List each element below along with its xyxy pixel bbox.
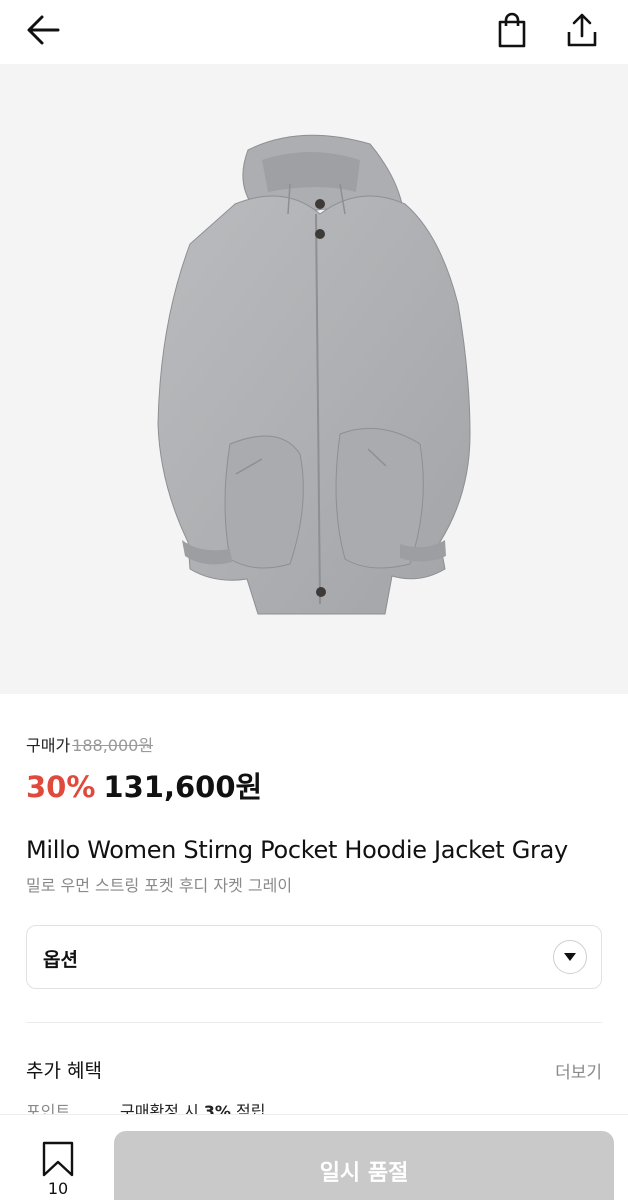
product-name: Millo Women Stirng Pocket Hoodie Jacket … bbox=[26, 836, 568, 864]
soldout-button[interactable]: 일시 품절 bbox=[114, 1131, 614, 1200]
bookmark-icon bbox=[42, 1141, 74, 1177]
discount-rate: 30% bbox=[26, 770, 96, 804]
wishlist-count: 10 bbox=[47, 1179, 69, 1198]
cart-button[interactable] bbox=[492, 10, 532, 50]
share-button[interactable] bbox=[562, 10, 602, 50]
option-label: 옵션 bbox=[43, 949, 78, 971]
sale-price-row: 30% 131,600원 bbox=[26, 764, 262, 806]
arrow-left-icon bbox=[27, 15, 60, 45]
wishlist-button[interactable]: 10 bbox=[34, 1141, 82, 1199]
original-price: 188,000원 bbox=[72, 736, 154, 755]
option-selector[interactable]: 옵션 bbox=[26, 925, 602, 989]
soldout-label: 일시 품절 bbox=[319, 1161, 409, 1186]
option-dropdown-button[interactable] bbox=[553, 940, 587, 974]
benefits-more-link[interactable]: 더보기 bbox=[555, 1058, 602, 1083]
price-block: 구매가 188,000원 30% 131,600원 bbox=[26, 732, 262, 806]
product-image[interactable] bbox=[0, 64, 628, 694]
jacket-image bbox=[157, 134, 471, 615]
benefits-title: 추가 혜택 bbox=[26, 1060, 102, 1082]
bottom-action-bar: 10 일시 품절 bbox=[0, 1114, 628, 1200]
product-name-korean: 밀로 우먼 스트링 포켓 후디 자켓 그레이 bbox=[26, 876, 293, 895]
sale-price: 131,600원 bbox=[103, 770, 263, 804]
shopping-bag-icon bbox=[498, 12, 526, 48]
section-divider bbox=[26, 1022, 602, 1023]
top-bar bbox=[0, 0, 628, 64]
purchase-price-label: 구매가 bbox=[26, 736, 71, 755]
share-icon bbox=[567, 13, 597, 47]
chevron-down-icon bbox=[564, 953, 576, 961]
original-price-row: 구매가 188,000원 bbox=[26, 732, 262, 756]
back-button[interactable] bbox=[24, 10, 64, 50]
